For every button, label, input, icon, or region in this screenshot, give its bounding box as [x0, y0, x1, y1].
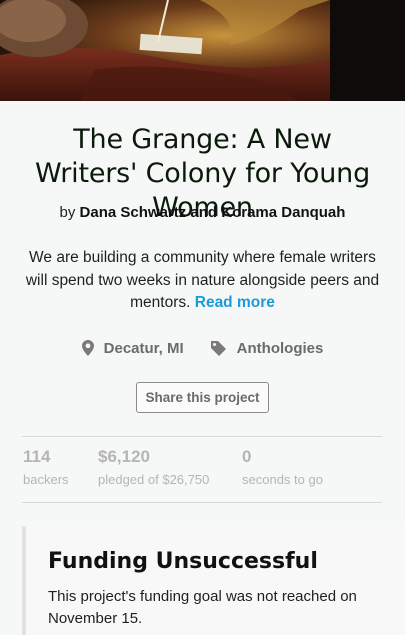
- project-blurb: We are building a community where female…: [20, 247, 385, 315]
- time-label: seconds to go: [242, 472, 323, 487]
- tag-icon: [210, 341, 226, 356]
- location-label: Decatur, MI: [103, 339, 184, 357]
- location-link[interactable]: Decatur, MI: [81, 339, 184, 357]
- stat-backers: 114 backers: [23, 447, 69, 488]
- map-pin-icon: [81, 340, 94, 356]
- byline: by Dana Schwartz and Korama Danquah: [0, 204, 405, 221]
- notice-text: This project's funding goal was not reac…: [48, 588, 357, 627]
- time-remaining: 0: [242, 447, 252, 466]
- backers-count: 114: [23, 447, 51, 466]
- stats-divider-bottom: [22, 502, 382, 503]
- project-content: The Grange: A New Writers' Colony for Yo…: [0, 101, 405, 635]
- stats-divider-top: [22, 436, 382, 437]
- project-meta: Decatur, MI Anthologies: [0, 337, 405, 359]
- stat-time: 0 seconds to go: [242, 447, 323, 488]
- hero-image: [0, 0, 405, 101]
- pledged-amount: $6,120: [98, 447, 150, 466]
- byline-prefix: by: [59, 204, 76, 221]
- hero-painting-image: [0, 0, 405, 101]
- share-project-button[interactable]: Share this project: [136, 382, 269, 413]
- author-names[interactable]: Dana Schwartz and Korama Danquah: [80, 204, 346, 221]
- backers-label: backers: [23, 472, 69, 487]
- read-more-link[interactable]: Read more: [195, 294, 275, 311]
- category-label: Anthologies: [236, 339, 324, 357]
- notice-title: Funding Unsuccessful: [48, 549, 318, 574]
- stat-pledged: $6,120 pledged of $26,750: [98, 447, 209, 488]
- pledged-label: pledged of $26,750: [98, 472, 210, 487]
- funding-status-notice: Funding Unsuccessful This project's fund…: [22, 526, 405, 635]
- category-link[interactable]: Anthologies: [210, 339, 324, 357]
